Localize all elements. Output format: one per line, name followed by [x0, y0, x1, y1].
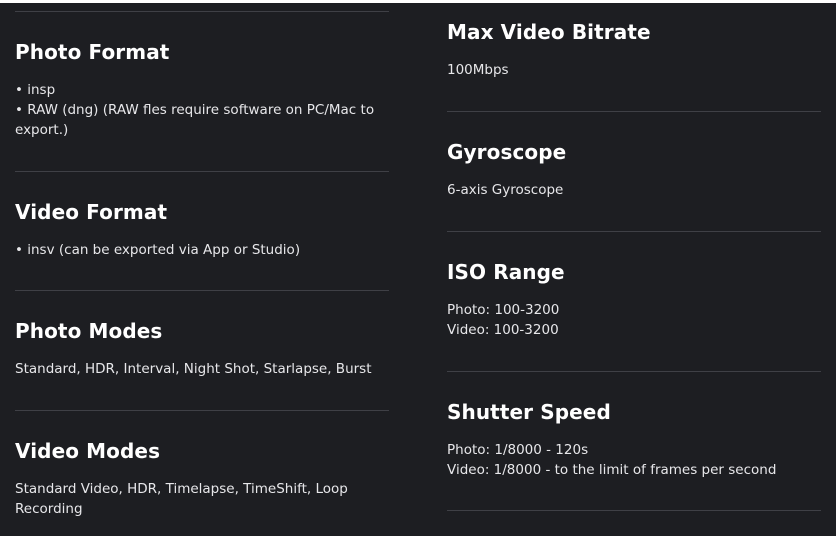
section-divider: [447, 371, 821, 372]
top-edge-strip: [0, 0, 836, 3]
spec-value: 6-axis Gyroscope: [447, 180, 821, 200]
spec-title: Gyroscope: [447, 140, 567, 164]
section-divider: [15, 11, 389, 12]
spec-line: 100Mbps: [447, 62, 509, 78]
spec-video-modes: Video Modes Standard Video, HDR, Timelap…: [15, 439, 389, 519]
spec-line: • RAW (dng) (RAW fles require software o…: [15, 102, 379, 138]
spec-value: Standard, HDR, Interval, Night Shot, Sta…: [15, 359, 389, 379]
spec-line: • insp: [15, 82, 56, 98]
spec-line: • insv (can be exported via App or Studi…: [15, 242, 301, 258]
spec-title: Photo Modes: [15, 319, 163, 343]
spec-line: Standard Video, HDR, Timelapse, TimeShif…: [15, 481, 353, 517]
spec-title: Photo Format: [15, 40, 170, 64]
spec-photo-format: Photo Format • insp • RAW (dng) (RAW fle…: [15, 40, 389, 140]
spec-line: Photo: 100-3200: [447, 302, 560, 318]
section-divider: [15, 171, 389, 172]
spec-title: Max Video Bitrate: [447, 20, 651, 44]
spec-value: 100Mbps: [447, 60, 821, 80]
spec-value: Standard Video, HDR, Timelapse, TimeShif…: [15, 479, 389, 519]
spec-video-format: Video Format • insv (can be exported via…: [15, 200, 389, 260]
spec-title: ISO Range: [447, 260, 565, 284]
spec-line: Standard, HDR, Interval, Night Shot, Sta…: [15, 361, 372, 377]
spec-line: Video: 1/8000 - to the limit of frames p…: [447, 462, 777, 478]
section-divider: [447, 510, 821, 511]
spec-line: Photo: 1/8000 - 120s: [447, 442, 589, 458]
section-divider: [15, 410, 389, 411]
spec-title: Video Modes: [15, 439, 161, 463]
spec-value: • insv (can be exported via App or Studi…: [15, 240, 389, 260]
spec-max-video-bitrate: Max Video Bitrate 100Mbps: [447, 20, 821, 80]
spec-photo-modes: Photo Modes Standard, HDR, Interval, Nig…: [15, 319, 389, 379]
spec-value: • insp • RAW (dng) (RAW fles require sof…: [15, 80, 389, 140]
spec-value: Photo: 100-3200 Video: 100-3200: [447, 300, 821, 340]
section-divider: [447, 111, 821, 112]
spec-value: Photo: 1/8000 - 120s Video: 1/8000 - to …: [447, 440, 821, 480]
section-divider: [15, 290, 389, 291]
spec-iso-range: ISO Range Photo: 100-3200 Video: 100-320…: [447, 260, 821, 340]
spec-shutter-speed: Shutter Speed Photo: 1/8000 - 120s Video…: [447, 400, 821, 480]
spec-title: Video Format: [15, 200, 168, 224]
spec-title: Shutter Speed: [447, 400, 611, 424]
spec-line: Video: 100-3200: [447, 322, 559, 338]
specs-page: Photo Format • insp • RAW (dng) (RAW fle…: [0, 0, 836, 536]
spec-gyroscope: Gyroscope 6-axis Gyroscope: [447, 140, 821, 200]
section-divider: [447, 231, 821, 232]
spec-line: 6-axis Gyroscope: [447, 182, 564, 198]
